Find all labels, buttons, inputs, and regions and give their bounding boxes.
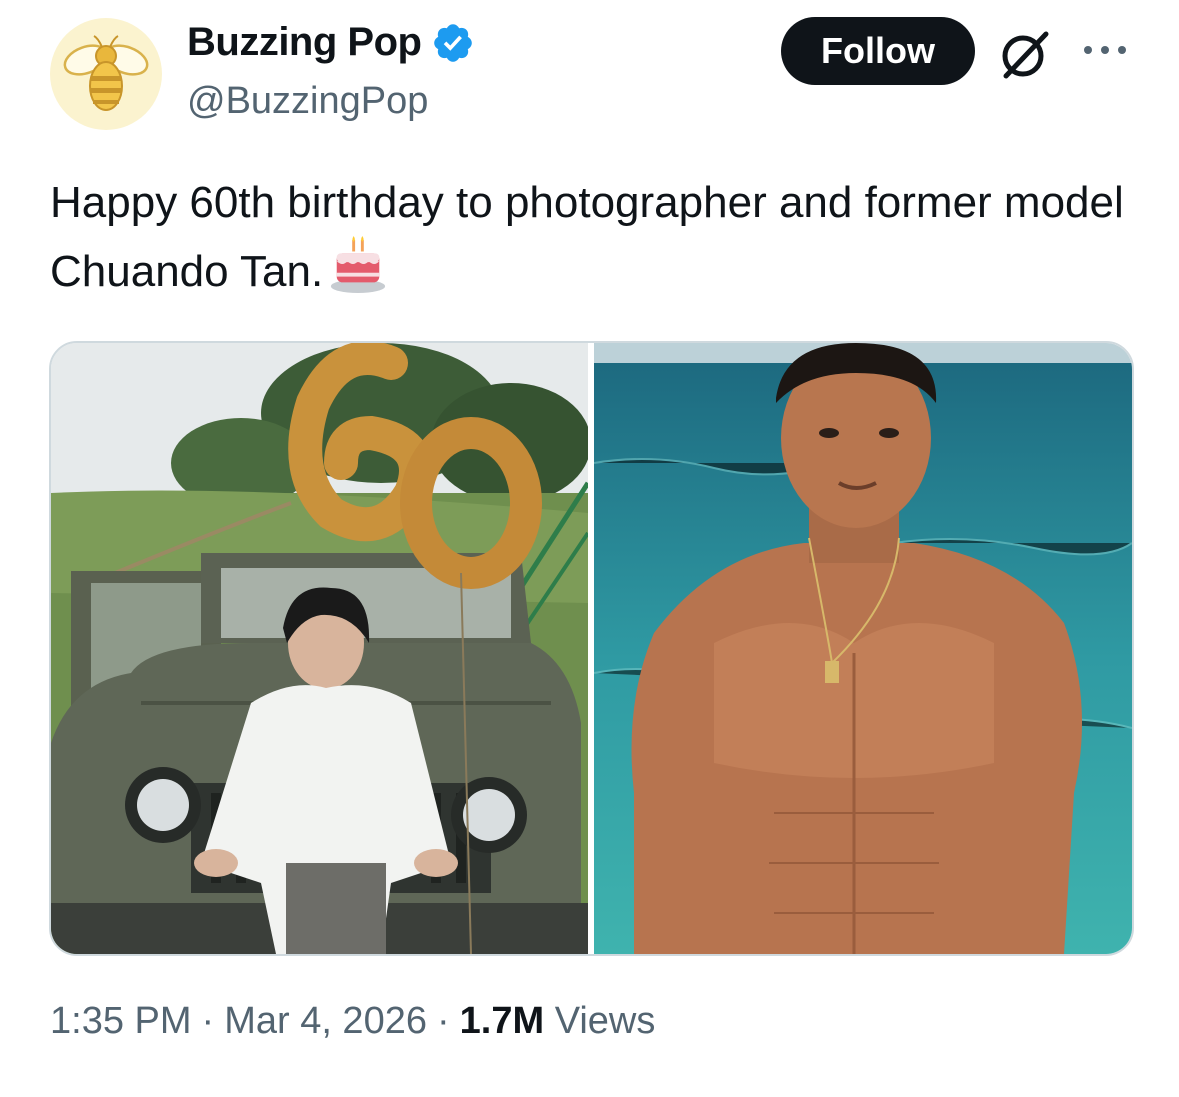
avatar[interactable]: [50, 18, 162, 130]
tweet-meta: 1:35 PM · Mar 4, 2026 · 1.7M Views: [50, 1000, 655, 1043]
meta-separator: ·: [201, 1000, 215, 1042]
tweet-text-content: Happy 60th birthday to photographer and …: [50, 178, 1124, 296]
views-label[interactable]: Views: [555, 1000, 656, 1042]
photo-man-in-sea[interactable]: [594, 343, 1132, 954]
photo-man-with-jeep-and-60-balloons: [51, 343, 588, 954]
display-name[interactable]: Buzzing Pop: [187, 20, 422, 65]
birthday-cake-icon: [331, 236, 386, 294]
photo-man-with-jeep[interactable]: [51, 343, 588, 954]
author-name-row[interactable]: Buzzing Pop: [187, 20, 475, 65]
grok-icon[interactable]: [996, 28, 1054, 80]
media-grid: [49, 341, 1134, 956]
bee-icon: [63, 35, 149, 111]
handle[interactable]: @BuzzingPop: [187, 80, 428, 123]
verified-badge-icon[interactable]: [431, 21, 475, 65]
meta-separator: ·: [436, 1000, 450, 1042]
more-icon[interactable]: [1080, 38, 1130, 62]
views-count[interactable]: 1.7M: [460, 1000, 544, 1042]
photo-shirtless-man-in-sea: [594, 343, 1132, 954]
tweet-text: Happy 60th birthday to photographer and …: [50, 170, 1150, 305]
follow-button[interactable]: Follow: [781, 17, 975, 85]
tweet-time[interactable]: 1:35 PM: [50, 1000, 192, 1042]
tweet-date[interactable]: Mar 4, 2026: [224, 1000, 427, 1042]
